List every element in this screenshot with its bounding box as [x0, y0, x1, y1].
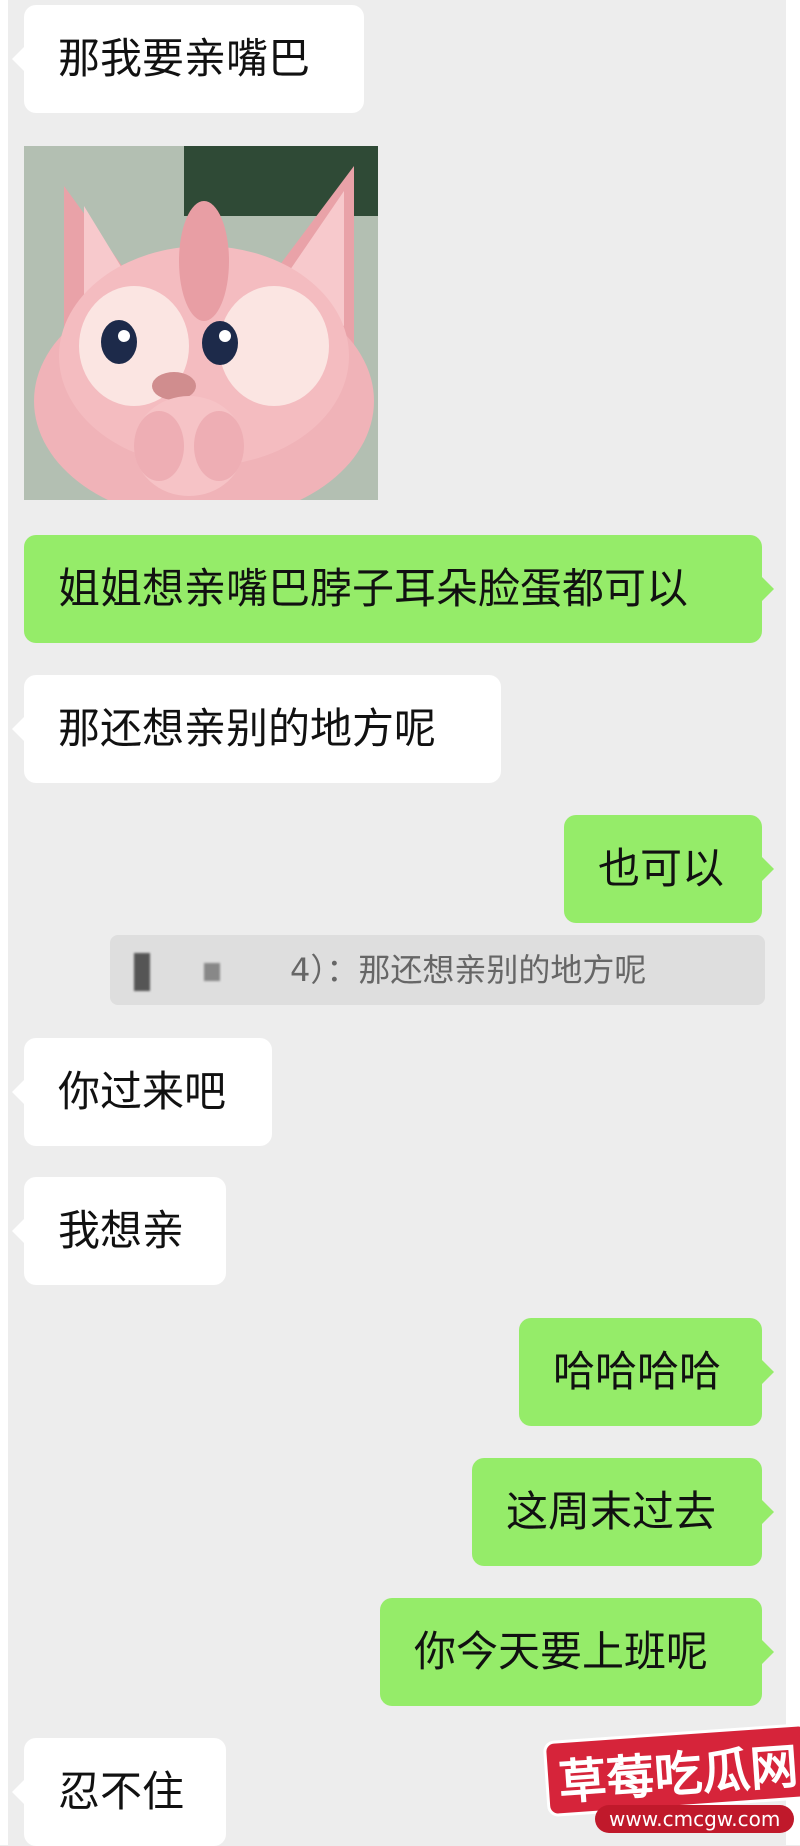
redacted-name-block: [134, 953, 150, 991]
watermark-logo: 草莓吃瓜网 www.cmcgw.com: [540, 1705, 800, 1845]
message-outgoing-2[interactable]: 也可以: [564, 815, 774, 923]
watermark-title: 草莓吃瓜网: [545, 1726, 800, 1814]
message-incoming-4[interactable]: 我想亲: [12, 1177, 226, 1285]
message-incoming-3[interactable]: 你过来吧: [12, 1038, 272, 1146]
quoted-message[interactable]: 4）：那还想亲别的地方呢: [110, 935, 765, 1005]
message-outgoing-3[interactable]: 哈哈哈哈: [519, 1318, 774, 1426]
redacted-name-block: [204, 963, 220, 981]
quote-text: 那还想亲别的地方呢: [358, 951, 647, 989]
message-incoming-5[interactable]: 忍不住: [12, 1738, 226, 1846]
message-outgoing-4[interactable]: 这周末过去: [472, 1458, 774, 1566]
message-outgoing-1[interactable]: 姐姐想亲嘴巴脖子耳朵脸蛋都可以: [24, 535, 774, 643]
message-incoming-1[interactable]: 那我要亲嘴巴: [12, 5, 364, 113]
left-edge: [0, 0, 8, 1845]
quote-fragment: 4）：: [290, 951, 359, 989]
message-incoming-2[interactable]: 那还想亲别的地方呢: [12, 675, 501, 783]
watermark-url: www.cmcgw.com: [595, 1805, 795, 1833]
right-edge: [786, 0, 800, 1845]
message-outgoing-5[interactable]: 你今天要上班呢: [380, 1598, 774, 1706]
pink-fox-plush-sticker-icon[interactable]: [24, 146, 378, 500]
